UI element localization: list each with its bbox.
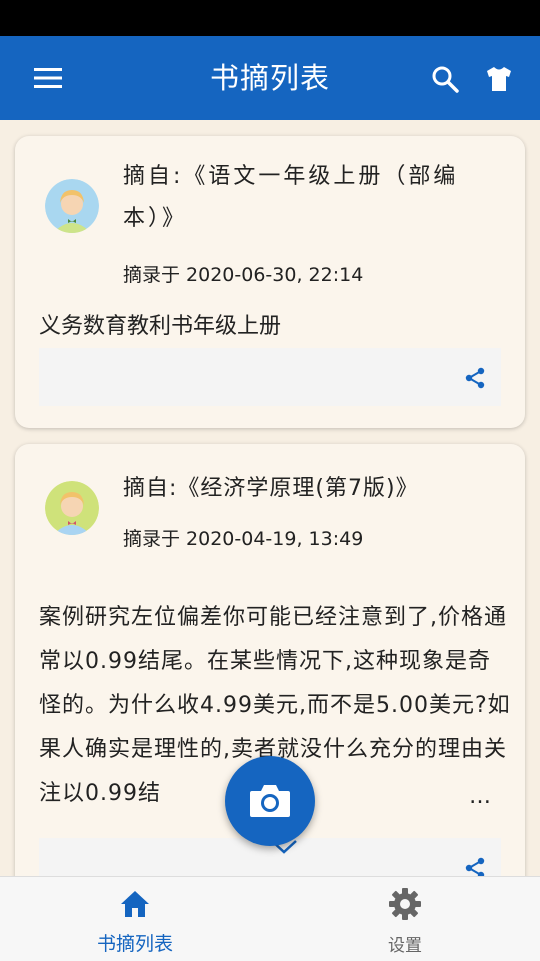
nav-item-settings[interactable]: 设置 <box>270 877 540 961</box>
app-bar: 书摘列表 <box>0 36 540 120</box>
excerpt-card[interactable]: 摘自:《语文一年级上册（部编本）》 摘录于 2020-06-30, 22:14 … <box>15 136 525 428</box>
home-icon <box>121 891 149 917</box>
excerpt-timestamp: 摘录于 2020-04-19, 13:49 <box>123 528 364 550</box>
avatar <box>45 179 99 233</box>
shirt-icon[interactable] <box>484 64 514 94</box>
share-icon[interactable] <box>463 856 487 876</box>
camera-button[interactable] <box>225 756 315 846</box>
search-icon[interactable] <box>430 64 460 94</box>
avatar <box>45 481 99 535</box>
bottom-navigation: 书摘列表 设置 <box>0 876 540 961</box>
card-action-bar <box>39 348 501 406</box>
truncation-ellipsis: … <box>469 784 491 809</box>
gear-icon <box>389 888 421 920</box>
camera-icon <box>250 785 290 817</box>
share-icon[interactable] <box>463 366 487 390</box>
excerpt-timestamp: 摘录于 2020-06-30, 22:14 <box>123 264 364 286</box>
status-bar <box>0 0 540 36</box>
excerpt-text: 义务数育教利书年级上册 <box>39 314 282 339</box>
book-source: 摘自:《语文一年级上册（部编本）》 <box>123 164 459 231</box>
nav-label: 书摘列表 <box>96 933 173 955</box>
book-source: 摘自:《经济学原理(第7版)》 <box>123 476 419 501</box>
nav-item-excerpt-list[interactable]: 书摘列表 <box>0 877 270 961</box>
nav-label: 设置 <box>388 936 422 956</box>
